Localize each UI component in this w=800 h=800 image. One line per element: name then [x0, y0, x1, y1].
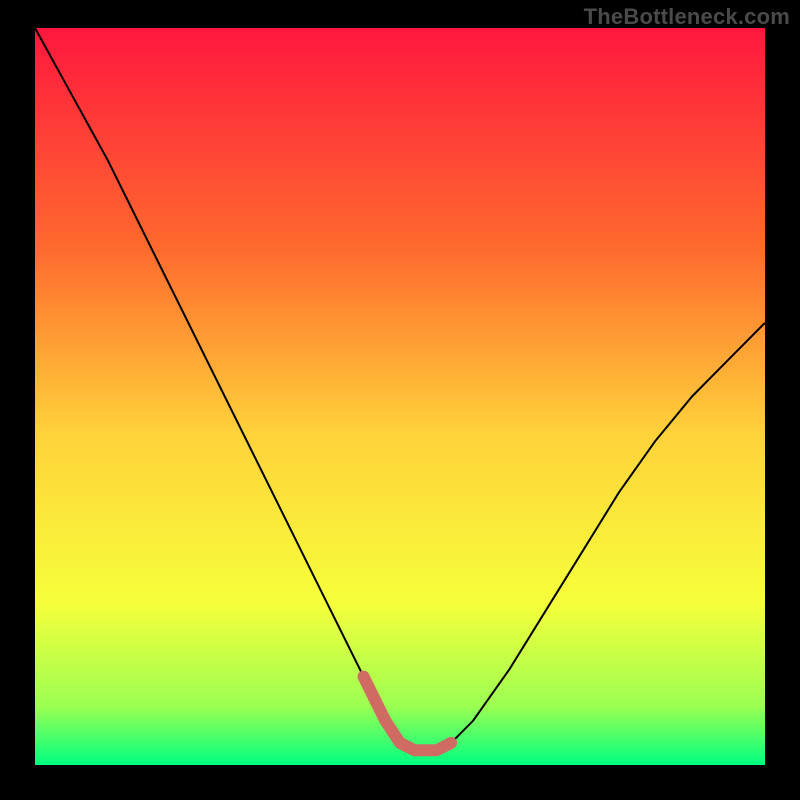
plot-area	[35, 28, 765, 765]
attribution-label: TheBottleneck.com	[584, 4, 790, 30]
gradient-background	[35, 28, 765, 765]
chart-svg	[35, 28, 765, 765]
chart-frame: TheBottleneck.com	[0, 0, 800, 800]
